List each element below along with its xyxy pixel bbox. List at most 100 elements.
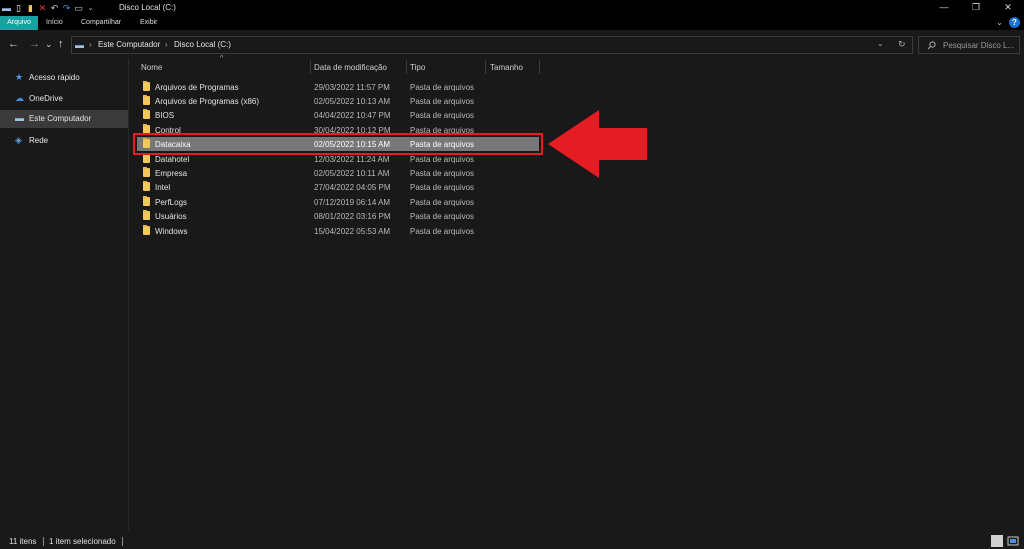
navigation-pane: ★ Acesso rápido ☁ OneDrive ▬ Este Comput… (0, 58, 128, 530)
large-icons-view-icon[interactable] (1007, 535, 1019, 547)
delete-icon[interactable]: ✕ (38, 3, 47, 14)
folder-icon (143, 167, 150, 177)
search-input[interactable] (943, 39, 1017, 51)
file-row[interactable]: Arquivos de Programas 29/03/2022 11:57 P… (137, 80, 539, 94)
back-button[interactable]: ← (8, 38, 19, 50)
breadcrumb-este-computador[interactable]: Este Computador (98, 40, 160, 49)
file-date: 29/03/2022 11:57 PM (314, 83, 390, 92)
file-type: Pasta de arquivos (410, 83, 475, 92)
computer-icon: ▬ (15, 113, 24, 123)
sidebar-item-label: Este Computador (29, 114, 92, 123)
file-name: Usuários (155, 212, 187, 221)
file-date: 07/12/2019 06:14 AM (314, 198, 391, 207)
file-row[interactable]: Usuários 08/01/2022 03:16 PM Pasta de ar… (137, 209, 539, 223)
file-type: Pasta de arquivos (410, 97, 475, 106)
status-divider (122, 537, 123, 546)
column-header-label: Nome (141, 63, 163, 72)
expand-ribbon-icon[interactable]: ⌄ (996, 18, 1003, 27)
file-date: 12/03/2022 11:24 AM (314, 155, 390, 164)
folder-icon (143, 181, 150, 191)
rename-icon[interactable]: ▭ (74, 3, 83, 14)
star-icon: ★ (15, 72, 24, 82)
file-row[interactable]: Arquivos de Programas (x86) 02/05/2022 1… (137, 94, 539, 108)
status-divider (43, 537, 44, 546)
title-bar: ▬ ▯ ▮ ✕ ↶ ↷ ▭ ⌄ Disco Local (C:) — ❐ ✕ (0, 0, 1024, 16)
file-type: Pasta de arquivos (410, 169, 475, 178)
minimize-button[interactable]: — (928, 0, 960, 16)
tab-inicio[interactable]: Início (46, 16, 63, 30)
folder-icon (143, 225, 150, 235)
breadcrumb-separator: › (89, 40, 92, 49)
file-date: 27/04/2022 04:05 PM (314, 183, 391, 192)
file-name: Arquivos de Programas (155, 83, 239, 92)
folder-icon (143, 81, 150, 91)
file-type: Pasta de arquivos (410, 227, 475, 236)
file-name: Datahotel (155, 155, 190, 164)
file-date: 15/04/2022 05:53 AM (314, 227, 391, 236)
customize-toolbar-icon[interactable]: ⌄ (86, 3, 95, 14)
status-bar: 11 itens 1 item selecionado (0, 532, 1024, 549)
quick-access-toolbar: ▬ ▯ ▮ ✕ ↶ ↷ ▭ ⌄ (2, 2, 95, 14)
recent-locations-button[interactable]: ⌄ (45, 38, 53, 50)
file-row[interactable]: BIOS 04/04/2022 10:47 PM Pasta de arquiv… (137, 108, 539, 122)
column-header-label: Data de modificação (314, 63, 387, 72)
cloud-icon: ☁ (15, 93, 24, 103)
search-box[interactable] (918, 36, 1020, 54)
file-type: Pasta de arquivos (410, 198, 475, 207)
folder-icon (143, 153, 150, 163)
sidebar-item-onedrive[interactable]: ☁ OneDrive (0, 90, 128, 108)
folder-icon (143, 196, 150, 206)
sidebar-item-este-computador[interactable]: ▬ Este Computador (0, 110, 128, 128)
breadcrumb-separator: › (165, 40, 168, 49)
file-date: 02/05/2022 10:13 AM (314, 97, 391, 106)
file-name: Arquivos de Programas (x86) (155, 97, 260, 106)
file-type: Pasta de arquivos (410, 111, 475, 120)
forward-button[interactable]: → (29, 38, 40, 50)
maximize-button[interactable]: ❐ (960, 0, 992, 16)
ribbon-tabs: Arquivo Início Compartilhar Exibir ⌄ ? (0, 16, 1024, 30)
file-row[interactable]: Windows 15/04/2022 05:53 AM Pasta de arq… (137, 224, 539, 238)
tab-compartilhar[interactable]: Compartilhar (81, 16, 121, 30)
column-header-data[interactable]: Data de modificação (311, 58, 406, 74)
file-type: Pasta de arquivos (410, 212, 475, 221)
new-folder-icon[interactable]: ▮ (26, 3, 35, 14)
file-row[interactable]: Intel 27/04/2022 04:05 PM Pasta de arqui… (137, 180, 539, 194)
sidebar-item-rede[interactable]: ◈ Rede (0, 132, 128, 150)
tab-exibir[interactable]: Exibir (140, 16, 158, 30)
close-button[interactable]: ✕ (992, 0, 1024, 16)
help-button[interactable]: ? (1009, 17, 1020, 28)
up-button[interactable]: ↑ (58, 38, 64, 50)
column-header-tipo[interactable]: Tipo (407, 58, 485, 74)
column-header-tamanho[interactable]: Tamanho (486, 58, 539, 74)
properties-icon[interactable]: ▯ (14, 3, 23, 14)
sidebar-item-acesso-rapido[interactable]: ★ Acesso rápido (0, 69, 128, 87)
undo-icon[interactable]: ↶ (50, 3, 59, 14)
file-name: Intel (155, 183, 171, 192)
redo-icon[interactable]: ↷ (62, 3, 71, 14)
file-name: Empresa (155, 169, 188, 178)
pane-divider[interactable] (128, 58, 129, 530)
breadcrumb-disco-local[interactable]: Disco Local (C:) (174, 40, 231, 49)
column-divider[interactable] (539, 60, 540, 74)
refresh-icon[interactable]: ↻ (898, 39, 906, 50)
sidebar-item-label: Acesso rápido (29, 73, 80, 82)
explorer-icon: ▬ (2, 2, 11, 13)
file-row[interactable]: PerfLogs 07/12/2019 06:14 AM Pasta de ar… (137, 195, 539, 209)
address-dropdown-icon[interactable]: ⌄ (877, 39, 884, 48)
file-name: PerfLogs (155, 198, 188, 207)
column-header-label: Tipo (410, 63, 426, 72)
red-arrow-icon (548, 110, 647, 178)
item-count: 11 itens (9, 537, 37, 546)
tab-arquivo[interactable]: Arquivo (0, 16, 38, 30)
selection-status: 1 item selecionado (49, 537, 116, 546)
details-view-button[interactable] (991, 535, 1003, 547)
window-title: Disco Local (C:) (119, 3, 176, 12)
computer-icon: ▬ (75, 40, 84, 50)
folder-icon (143, 210, 150, 220)
file-row[interactable]: Empresa 02/05/2022 10:11 AM Pasta de arq… (137, 166, 539, 180)
address-bar[interactable]: ▬ › Este Computador › Disco Local (C:) ⌄… (71, 36, 913, 54)
network-icon: ◈ (15, 135, 22, 145)
file-type: Pasta de arquivos (410, 155, 475, 164)
column-header-nome[interactable]: Nome (130, 58, 310, 74)
highlight-box (133, 133, 543, 155)
